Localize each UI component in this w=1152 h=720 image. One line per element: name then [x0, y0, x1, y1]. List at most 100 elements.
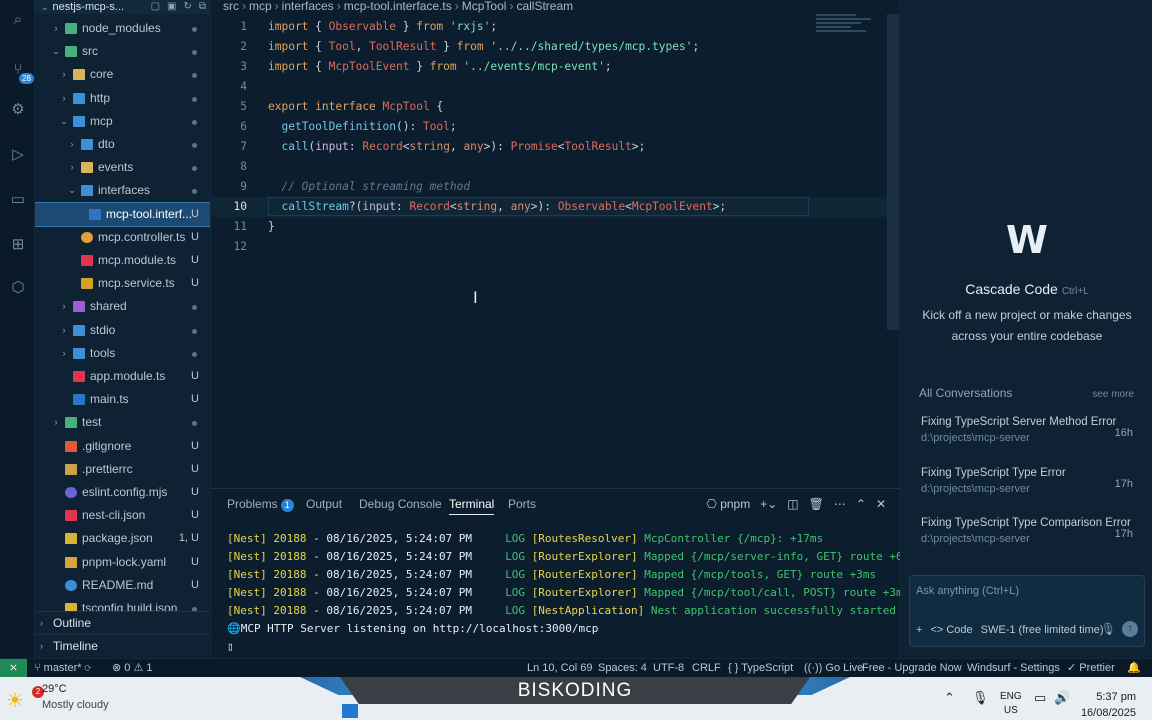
- tree-item[interactable]: mcp-tool.interf... U: [35, 201, 210, 227]
- conversation-item[interactable]: Fixing TypeScript Type Error d:\projects\…: [921, 467, 1135, 511]
- windows-start-icon[interactable]: [342, 704, 358, 718]
- tree-item[interactable]: › test: [35, 411, 210, 434]
- tab-ports[interactable]: Ports: [508, 493, 536, 515]
- tab-debug-console[interactable]: Debug Console: [359, 493, 442, 515]
- new-file-icon[interactable]: ▢: [151, 0, 160, 14]
- close-icon[interactable]: ✕: [876, 493, 886, 515]
- tree-item[interactable]: main.ts U: [35, 388, 210, 411]
- tray-chevron-icon[interactable]: ⌃: [944, 690, 955, 706]
- bell-icon[interactable]: 🔔: [1127, 659, 1141, 678]
- tree-item[interactable]: ⌄ src: [35, 40, 210, 63]
- windsurf-settings[interactable]: Windsurf - Settings: [967, 659, 1060, 678]
- tree-item[interactable]: › node_modules: [35, 17, 210, 40]
- breadcrumb-item[interactable]: callStream: [516, 0, 573, 13]
- maximize-panel-icon[interactable]: ⌃: [856, 493, 866, 515]
- tree-item[interactable]: › dto: [35, 133, 210, 156]
- new-folder-icon[interactable]: ▣: [167, 0, 176, 14]
- tab-output[interactable]: Output: [306, 493, 342, 515]
- breadcrumb-item[interactable]: src: [223, 0, 239, 13]
- tree-item[interactable]: › shared: [35, 295, 210, 318]
- new-terminal-icon[interactable]: +⌄: [760, 493, 777, 515]
- timeline-section[interactable]: › Timeline: [35, 634, 210, 657]
- breadcrumb-item[interactable]: mcp-tool.interface.ts: [344, 0, 452, 13]
- code-line[interactable]: 6 getToolDefinition(): Tool;: [211, 117, 900, 137]
- code-line[interactable]: 9 // Optional streaming method: [211, 177, 900, 197]
- problems-indicator[interactable]: ⊗ 0 ⚠ 1: [112, 659, 153, 678]
- prettier-indicator[interactable]: ✓ Prettier: [1067, 659, 1115, 678]
- tree-item[interactable]: .prettierrc U: [35, 458, 210, 481]
- branch-indicator[interactable]: ⑂ master* ⟳: [34, 659, 91, 678]
- tree-item[interactable]: mcp.module.ts U: [35, 249, 210, 272]
- add-context-icon[interactable]: +: [916, 624, 922, 636]
- terminal-shell-selector[interactable]: ⎔ pnpm: [706, 493, 750, 515]
- split-terminal-icon[interactable]: ◫: [787, 493, 798, 515]
- collapse-all-icon[interactable]: ⧉: [199, 0, 206, 14]
- encoding[interactable]: UTF-8: [653, 659, 684, 678]
- indentation[interactable]: Spaces: 4: [598, 659, 647, 678]
- tree-item[interactable]: › http: [35, 87, 210, 110]
- tree-item[interactable]: ⌄ interfaces: [35, 179, 210, 202]
- tree-item[interactable]: pnpm-lock.yaml U: [35, 551, 210, 574]
- search-icon[interactable]: ⌕: [8, 10, 28, 30]
- network-icon[interactable]: ▭: [1034, 690, 1046, 706]
- trash-icon[interactable]: 🗑: [809, 493, 824, 515]
- conversation-item[interactable]: Fixing TypeScript Type Comparison Error d…: [921, 517, 1135, 561]
- outline-section[interactable]: › Outline: [35, 611, 210, 634]
- extensions-icon[interactable]: ⊞: [8, 235, 28, 255]
- go-live-button[interactable]: ((·)) Go Live: [804, 659, 863, 678]
- tree-item[interactable]: › stdio: [35, 319, 210, 342]
- tab-terminal[interactable]: Terminal: [449, 493, 495, 515]
- volume-icon[interactable]: 🔊: [1054, 690, 1070, 706]
- model-selector[interactable]: SWE-1 (free limited time): [981, 624, 1104, 636]
- debug-icon[interactable]: ▷: [8, 145, 28, 165]
- code-line[interactable]: 12: [211, 237, 900, 257]
- remote-icon[interactable]: ⨯: [0, 659, 27, 677]
- code-line[interactable]: 11}: [211, 217, 900, 237]
- tree-item[interactable]: mcp.controller.ts U: [35, 226, 210, 249]
- run-debug-icon[interactable]: ⚙: [8, 100, 28, 120]
- terminal-prompt-cursor[interactable]: ▯: [227, 638, 234, 656]
- package-icon[interactable]: ⬡: [8, 278, 28, 298]
- tree-item[interactable]: ⌄ mcp: [35, 110, 210, 133]
- code-line[interactable]: 10 callStream?(input: Record<string, any…: [211, 197, 900, 217]
- code-line[interactable]: 8: [211, 157, 900, 177]
- clock[interactable]: 5:37 pm 16/08/2025: [1080, 689, 1136, 720]
- upgrade-link[interactable]: Free - Upgrade Now: [862, 659, 962, 678]
- tree-item[interactable]: package.json 1, U: [35, 527, 210, 550]
- breadcrumb-item[interactable]: mcp: [249, 0, 272, 13]
- tree-item[interactable]: nest-cli.json U: [35, 504, 210, 527]
- tab-problems[interactable]: Problems 1: [227, 493, 294, 515]
- mode-selector[interactable]: <> Code: [930, 624, 972, 636]
- refresh-icon[interactable]: ↻: [183, 0, 191, 14]
- code-line[interactable]: 3 import { McpToolEvent } from '../events…: [211, 57, 900, 77]
- weather-widget[interactable]: ☀ 2 29°C Mostly cloudy: [6, 683, 126, 715]
- code-editor[interactable]: src › mcp › interfaces › mcp-tool.interface.ts…: [211, 0, 900, 488]
- breadcrumb-item[interactable]: interfaces: [282, 0, 334, 13]
- code-line[interactable]: 4: [211, 77, 900, 97]
- see-more-link[interactable]: see more: [1092, 389, 1134, 400]
- chat-input[interactable]: [916, 585, 1136, 597]
- code-line[interactable]: 7 call(input: Record<string, any>): Prom…: [211, 137, 900, 157]
- code-line[interactable]: 5 export interface McpTool {: [211, 97, 900, 117]
- line-ending[interactable]: CRLF: [692, 659, 721, 678]
- tree-item[interactable]: .gitignore U: [35, 435, 210, 458]
- remote-explorer-icon[interactable]: ▭: [8, 190, 28, 210]
- editor-scrollbar[interactable]: [887, 14, 899, 330]
- microphone-icon[interactable]: 🎙: [1101, 622, 1116, 636]
- code-line[interactable]: 2 import { Tool, ToolResult } from '../..…: [211, 37, 900, 57]
- more-icon[interactable]: ⋯: [834, 493, 846, 515]
- tree-item[interactable]: README.md U: [35, 574, 210, 597]
- send-icon[interactable]: ↑: [1122, 621, 1138, 637]
- breadcrumb-item[interactable]: McpTool: [462, 0, 507, 13]
- tree-item[interactable]: › core: [35, 63, 210, 86]
- language-mode[interactable]: { } TypeScript: [728, 659, 793, 678]
- explorer-header[interactable]: ⌄ nestjs-mcp-s... ▢ ▣ ↻ ⧉: [35, 0, 210, 14]
- cursor-position[interactable]: Ln 10, Col 69: [527, 659, 592, 678]
- conversation-item[interactable]: Fixing TypeScript Server Method Error d:\…: [921, 416, 1135, 460]
- tree-item[interactable]: eslint.config.mjs U: [35, 481, 210, 504]
- tree-item[interactable]: app.module.ts U: [35, 365, 210, 388]
- code-line[interactable]: 1 import { Observable } from 'rxjs';: [211, 17, 900, 37]
- tree-item[interactable]: › tools: [35, 342, 210, 365]
- tree-item[interactable]: › events: [35, 156, 210, 179]
- tree-item[interactable]: mcp.service.ts U: [35, 272, 210, 295]
